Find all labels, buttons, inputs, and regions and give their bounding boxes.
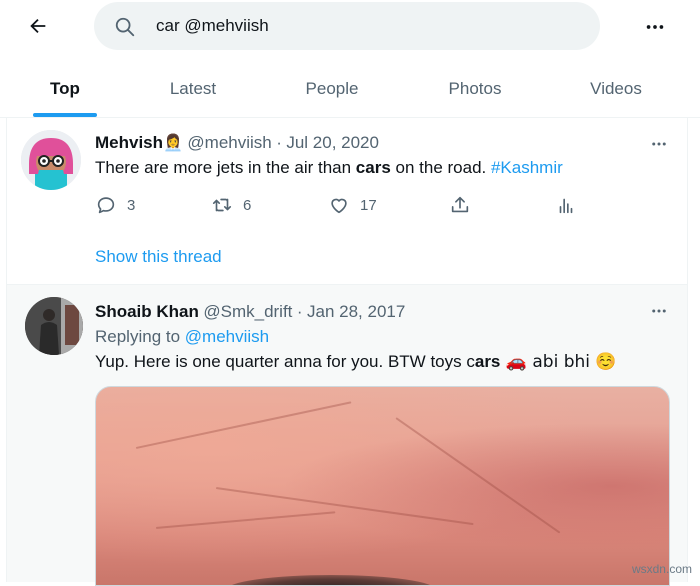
avatar[interactable] bbox=[25, 297, 83, 355]
tweet[interactable]: Shoaib Khan @Smk_drift · Jan 28, 2017 Re… bbox=[6, 284, 688, 586]
retweet-icon bbox=[212, 198, 232, 212]
tab-photos[interactable]: Photos bbox=[437, 60, 513, 118]
tweet-photo[interactable] bbox=[95, 386, 670, 586]
back-arrow-icon[interactable] bbox=[22, 10, 54, 42]
analytics-icon bbox=[559, 198, 573, 214]
analytics-button[interactable] bbox=[555, 194, 577, 216]
share-icon bbox=[451, 196, 469, 213]
tweet-header: Mehvish👩‍💼 @mehviish · Jul 20, 2020 bbox=[95, 133, 379, 153]
photo-detail bbox=[226, 575, 436, 585]
tab-latest[interactable]: Latest bbox=[158, 60, 228, 118]
like-button[interactable]: 17 bbox=[328, 194, 377, 216]
replying-to-handle[interactable]: @mehviish bbox=[185, 327, 269, 346]
reply-count: 3 bbox=[127, 196, 136, 214]
hashtag-link[interactable]: #Kashmir bbox=[491, 158, 563, 177]
tweet-date[interactable]: Jul 20, 2020 bbox=[286, 133, 379, 152]
dot-separator: · bbox=[276, 133, 282, 152]
tweet-text: There are more jets in the air than cars… bbox=[95, 158, 563, 178]
search-icon bbox=[115, 17, 135, 37]
heart-icon bbox=[331, 198, 347, 214]
tweet-more-icon[interactable] bbox=[644, 134, 674, 154]
tweet-more-icon[interactable] bbox=[644, 301, 674, 321]
tweet-text-part: on the road. bbox=[390, 158, 491, 177]
tweet-text: Yup. Here is one quarter anna for you. B… bbox=[95, 352, 617, 372]
handle[interactable]: @mehviish bbox=[187, 133, 271, 152]
tweet-text-part: There are more jets in the air than bbox=[95, 158, 356, 177]
search-box[interactable] bbox=[94, 2, 600, 50]
replying-to: Replying to @mehviish bbox=[95, 327, 269, 347]
share-button[interactable] bbox=[449, 194, 471, 216]
search-header: Top Latest People Photos Videos bbox=[0, 0, 700, 118]
retweet-count: 6 bbox=[243, 196, 252, 214]
name-emoji: 👩‍💼 bbox=[163, 133, 183, 152]
avatar[interactable] bbox=[21, 130, 81, 190]
tweet-text-part: 🚗 abi bhi ☺️ bbox=[500, 352, 617, 372]
search-tabs: Top Latest People Photos Videos bbox=[0, 60, 700, 118]
show-thread-link[interactable]: Show this thread bbox=[95, 247, 222, 267]
retweet-button[interactable]: 6 bbox=[211, 194, 251, 216]
search-keyword: ars bbox=[474, 352, 501, 371]
tweet-header: Shoaib Khan @Smk_drift · Jan 28, 2017 bbox=[95, 302, 405, 322]
reply-button[interactable]: 3 bbox=[95, 194, 135, 216]
replying-prefix: Replying to bbox=[95, 327, 185, 346]
tweet-date[interactable]: Jan 28, 2017 bbox=[307, 302, 405, 321]
tweet-text-part: Yup. Here is one quarter anna for you. B… bbox=[95, 352, 475, 371]
tab-top[interactable]: Top bbox=[33, 60, 97, 118]
display-name[interactable]: Shoaib Khan bbox=[95, 302, 199, 321]
tweet-actions: 3 6 17 bbox=[95, 194, 595, 218]
watermark: wsxdn.com bbox=[631, 562, 692, 576]
handle[interactable]: @Smk_drift bbox=[203, 302, 292, 321]
reply-icon bbox=[97, 197, 115, 214]
photo-detail bbox=[135, 401, 352, 449]
tab-videos[interactable]: Videos bbox=[580, 60, 652, 118]
like-count: 17 bbox=[360, 196, 377, 214]
tab-people[interactable]: People bbox=[296, 60, 368, 118]
more-options-icon[interactable] bbox=[640, 12, 670, 42]
search-keyword: cars bbox=[355, 158, 391, 177]
display-name[interactable]: Mehvish bbox=[95, 133, 163, 152]
photo-detail bbox=[155, 511, 336, 529]
tweet[interactable]: Mehvish👩‍💼 @mehviish · Jul 20, 2020 Ther… bbox=[6, 118, 688, 284]
search-input[interactable] bbox=[156, 2, 576, 50]
dot-separator: · bbox=[296, 302, 303, 321]
